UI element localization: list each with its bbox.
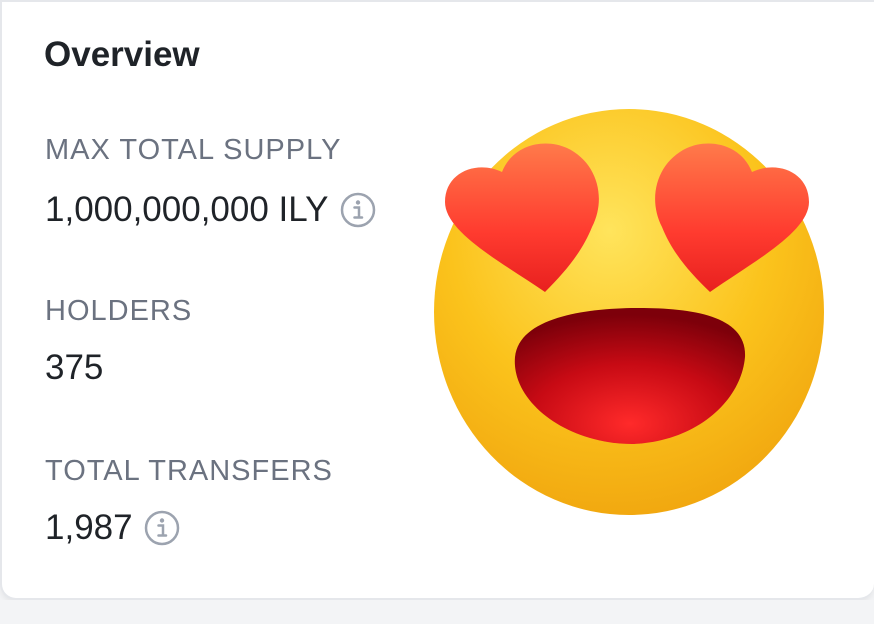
heart-eyes-emoji-icon [427, 102, 827, 522]
max-total-supply-label: MAX TOTAL SUPPLY [45, 134, 342, 166]
holders-count: 375 [45, 348, 104, 387]
holders-label: HOLDERS [45, 295, 193, 327]
card-title: Overview [44, 35, 200, 74]
page-background [0, 600, 874, 624]
max-total-supply-amount: 1,000,000,000 ILY [45, 190, 329, 229]
info-icon[interactable] [143, 509, 181, 547]
overview-card: Overview MAX TOTAL SUPPLY 1,000,000,000 … [0, 0, 874, 600]
max-total-supply-value: 1,000,000,000 ILY [45, 188, 377, 232]
info-icon[interactable] [339, 191, 377, 229]
total-transfers-value: 1,987 [45, 506, 181, 550]
holders-value: 375 [45, 346, 103, 390]
total-transfers-count: 1,987 [45, 508, 133, 547]
total-transfers-label: TOTAL TRANSFERS [45, 455, 333, 487]
